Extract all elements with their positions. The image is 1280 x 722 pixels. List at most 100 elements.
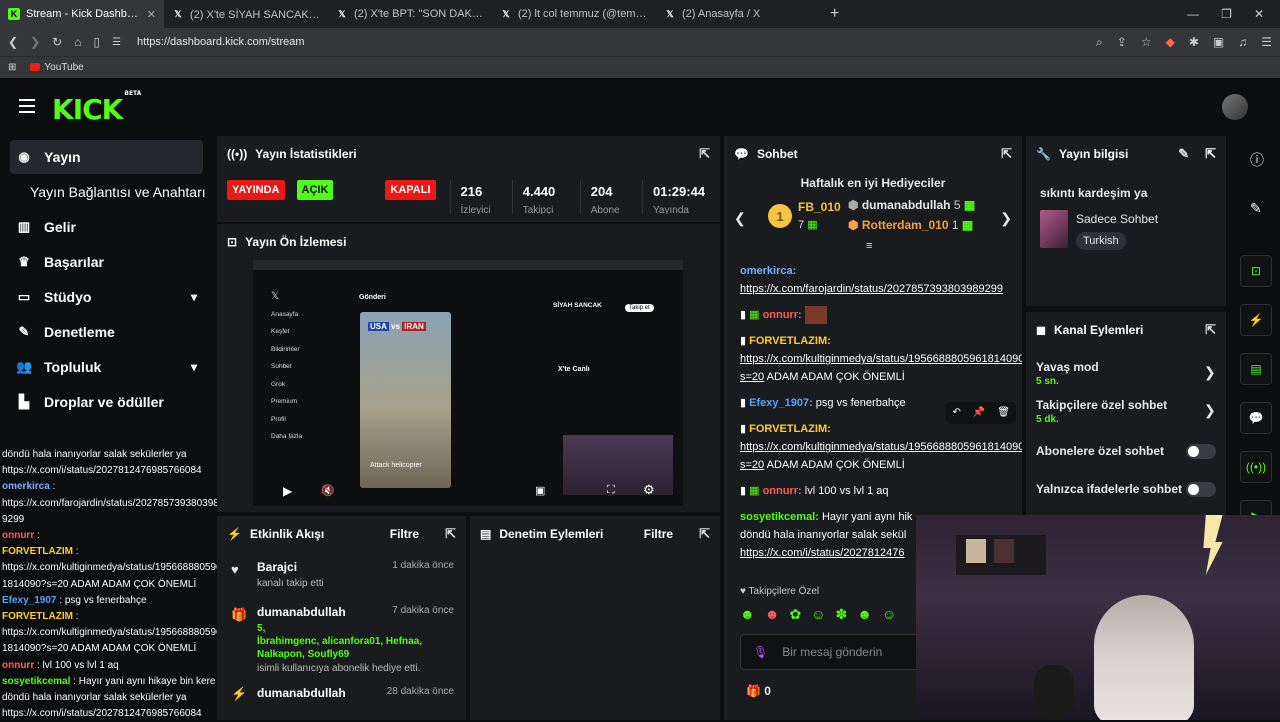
mute-icon[interactable]: 🔇 [321, 484, 335, 497]
edit-icon[interactable]: ✎ [1178, 146, 1189, 162]
slow-mode-row[interactable]: Yavaş mod 5 sn. [1036, 360, 1099, 387]
browser-tab[interactable]: 𝕏 (2) X'te SİYAH SANCAK: "🔵 ABD Ha [164, 0, 328, 28]
popout-icon[interactable]: ⇱ [1205, 146, 1216, 162]
sidebar-item-topluluk[interactable]: 👥 Topluluk ▾ [0, 349, 215, 384]
extensions-icon[interactable]: ✱ [1189, 35, 1199, 50]
chevron-right-icon[interactable]: ❯ [1204, 364, 1216, 381]
apps-icon[interactable]: ⊞ [8, 62, 16, 73]
sidebar-item-droplar[interactable]: ▙ Droplar ve ödüller [0, 384, 215, 419]
sidebar-item-label: Gelir [44, 218, 76, 235]
tab-label: Stream - Kick Dashboard [26, 8, 141, 20]
notes-icon[interactable]: ▤ [1240, 353, 1272, 385]
edit-icon[interactable]: ✎ [1250, 200, 1262, 217]
pin-icon[interactable]: 📌 [973, 404, 985, 422]
star-icon[interactable]: ☆ [1141, 35, 1152, 50]
microphone-icon[interactable]: 🎙 [753, 645, 768, 659]
message-actions: ↶ 📌 🗑 [946, 402, 1016, 425]
bookmark-youtube[interactable]: YouTube [30, 62, 84, 73]
chevron-down-icon: ▾ [190, 289, 197, 304]
hamburger-menu-icon[interactable] [19, 99, 35, 113]
minimize-icon[interactable]: — [1187, 7, 1199, 21]
emote-icon[interactable]: ✽ [836, 606, 848, 623]
media-icon[interactable]: ♫ [1238, 35, 1247, 50]
url-field[interactable]: https://dashboard.kick.com/stream [137, 36, 305, 48]
chevron-left-icon[interactable]: ❮ [734, 210, 746, 227]
filter-button[interactable]: Filtre [644, 527, 673, 541]
stream-preview-video[interactable]: 𝕏 Anasayfa Keşfet Bildirimler Sohbet Gro… [253, 260, 683, 506]
avatar[interactable] [1222, 94, 1248, 120]
gifter-row: ⬢ dumanabdullah 5 ▦ [848, 198, 976, 212]
new-tab-button[interactable]: + [820, 5, 849, 23]
kick-logo[interactable]: KICK BETA [52, 90, 141, 126]
sidebar-item-studyo[interactable]: ▭ Stüdyo ▾ [0, 279, 215, 314]
popout-icon[interactable]: ⇱ [699, 526, 710, 542]
subs-chat-toggle[interactable] [1186, 444, 1216, 459]
studio-icon: ▭ [17, 288, 31, 304]
microphone [1034, 665, 1074, 720]
sidebar-item-denetleme[interactable]: ✎ Denetleme [0, 314, 215, 349]
chat-bubble-icon[interactable]: 💬 [1240, 402, 1272, 434]
forward-icon[interactable]: ❯ [30, 35, 40, 49]
emote-icon[interactable]: ☻ [740, 606, 755, 623]
screenshot-icon[interactable]: ⊡ [1240, 255, 1272, 287]
browser-tab[interactable]: 𝕏 (2) Anasayfa / X [656, 0, 820, 28]
emote-icon[interactable]: ☻ [857, 606, 872, 623]
play-icon[interactable]: ▶ [283, 484, 292, 498]
back-icon[interactable]: ❮ [8, 35, 18, 49]
menu-icon[interactable]: ☰ [1261, 35, 1272, 50]
bolt-icon[interactable]: ⚡ [1240, 304, 1272, 336]
pip-icon[interactable]: ▣ [535, 484, 545, 497]
emote-chat-toggle[interactable] [1186, 482, 1216, 497]
bookmark-label: YouTube [44, 62, 84, 73]
popout-icon[interactable]: ⇱ [445, 526, 456, 542]
chevron-right-icon[interactable]: ❯ [1204, 402, 1216, 419]
chat-overlay: döndü hala inanıyorlar salak sekülerler … [2, 447, 234, 722]
panel-title: Etkinlik Akışı [249, 527, 325, 541]
sidebar-item-basarilar[interactable]: ♛ Başarılar [0, 244, 215, 279]
broadcast-icon[interactable]: ((•)) [1240, 451, 1272, 483]
filter-button[interactable]: Filtre [390, 527, 419, 541]
sidebar-item-gelir[interactable]: ▥ Gelir [0, 209, 215, 244]
browser-tab[interactable]: 𝕏 (2) lt col temmuz (@temmuz1919) / X [492, 0, 656, 28]
browser-tab[interactable]: 𝕏 (2) X'te BPT: "SON DAKİKA | ABD Baş [328, 0, 492, 28]
sidebar-item-stream-key[interactable]: Yayın Bağlantısı ve Anahtarı [0, 174, 215, 209]
zoom-icon[interactable]: ⌕ [1096, 35, 1103, 50]
followers-chat-row[interactable]: Takipçilere özel sohbet 5 dk. [1036, 398, 1167, 425]
popout-icon[interactable]: ⇱ [1205, 322, 1216, 338]
maximize-icon[interactable]: ❐ [1221, 7, 1232, 21]
info-icon[interactable]: ⓘ [1250, 150, 1264, 170]
settings-gear-icon[interactable]: ⚙ [643, 482, 655, 498]
panel-header: ◼ Kanal Eylemleri ⇱ [1026, 312, 1226, 348]
collapse-icon[interactable]: ≡ [866, 240, 872, 252]
closed-badge[interactable]: KAPALI [385, 180, 436, 200]
open-badge[interactable]: AÇIK [296, 180, 334, 200]
popout-icon[interactable]: ⇱ [699, 146, 710, 162]
broadcast-icon: ◉ [18, 149, 30, 164]
popout-icon[interactable]: ⇱ [1001, 146, 1012, 162]
chat-line: onnurr : lvl 100 vs lvl 1 aq [2, 659, 119, 671]
home-icon[interactable]: ⌂ [74, 35, 81, 49]
site-settings-icon[interactable]: ☰ [112, 37, 121, 48]
emote-icon[interactable]: ☻ [765, 606, 780, 623]
close-icon[interactable]: ✕ [147, 8, 156, 21]
wrench-icon: 🔧 [1036, 147, 1051, 161]
stats-row: YAYINDA AÇIK KAPALI 216 İzleyici 4.440 Tak… [217, 172, 720, 214]
emote-icon[interactable]: ☺ [882, 606, 896, 623]
window-close-icon[interactable]: ✕ [1254, 7, 1264, 21]
emote-icon[interactable]: ☺ [811, 606, 825, 623]
brave-shield-icon[interactable]: ◆ [1166, 35, 1175, 50]
fullscreen-icon[interactable]: ⛶ [607, 484, 615, 497]
channel-points[interactable]: 🎁 0 [746, 684, 771, 698]
bookmark-icon[interactable]: ▯ [93, 35, 100, 49]
emote-icon[interactable]: ✿ [789, 606, 801, 623]
browser-tab[interactable]: K Stream - Kick Dashboard ✕ [0, 0, 164, 28]
panel-header: ⊡ Yayın Ön İzlemesi [217, 224, 720, 260]
sidebar-icon[interactable]: ▣ [1213, 35, 1224, 50]
chevron-right-icon[interactable]: ❯ [1000, 210, 1012, 227]
delete-icon[interactable]: 🗑 [997, 404, 1010, 422]
reply-icon[interactable]: ↶ [952, 404, 960, 422]
sidebar-item-yayin[interactable]: ◉ Yayın [10, 140, 203, 174]
chat-line: omerkirca : [2, 481, 56, 493]
share-icon[interactable]: ⇪ [1117, 35, 1127, 50]
reload-icon[interactable]: ↻ [52, 35, 62, 49]
